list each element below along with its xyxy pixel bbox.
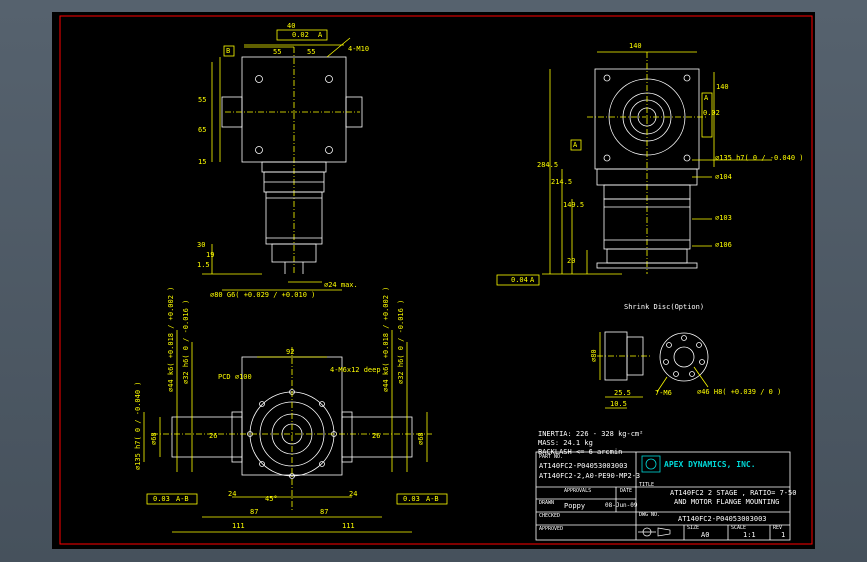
shrink-dia-80: ⌀80 [590, 349, 598, 362]
dim-55-left: 55 [273, 48, 282, 56]
size-label: SIZE [687, 525, 700, 531]
title-line-2: AND MOTOR FLANGE MOUNTING [674, 498, 780, 506]
pcd-label: PCD ⌀100 [218, 373, 252, 381]
runout-tolerance: 0.04 [511, 276, 528, 284]
dim-87-left: 87 [250, 508, 259, 516]
dwg-no: AT140FC2-P04053003003 [678, 515, 767, 523]
cad-viewer: B 40 0.02 A 55 55 4-M10 55 65 15 30 19 1… [0, 0, 867, 562]
shrink-holes: 7-M6 [655, 389, 672, 397]
pilot-diameter: ⌀24 max. [324, 281, 358, 289]
drawing-sheet: B 40 0.02 A 55 55 4-M10 55 65 15 30 19 1… [52, 12, 815, 549]
dia-68-right: ⌀68 [417, 432, 425, 445]
side-dia-103: ⌀103 [715, 214, 732, 222]
datum-a: A [573, 141, 578, 149]
dim-15: 15 [198, 158, 207, 166]
dim-v55: 55 [198, 96, 207, 104]
dim-87-right: 87 [320, 508, 329, 516]
dim-hole-thread: 4-M10 [348, 45, 370, 53]
dim-25-5: 25.5 [614, 389, 631, 397]
part-no-2: AT140FC2-2,A0-PE90-MP2-3 [539, 472, 641, 480]
angle-45: 45° [265, 495, 278, 503]
top-view [202, 29, 363, 291]
dim-1-5: 1.5 [197, 261, 210, 269]
dia-32-right: ⌀32 h6( 0 / -0.016 ) [397, 299, 405, 384]
dim-149-5: 149.5 [563, 201, 585, 209]
side-dia-135: ⌀135 h7( 0 / -0.040 ) [715, 154, 804, 162]
approved-label: APPROVED [539, 526, 564, 532]
datum-b: B [226, 47, 231, 55]
dim-19: 19 [206, 251, 215, 259]
dim-111-right: 111 [342, 522, 355, 530]
dim-30: 30 [197, 241, 206, 249]
dim-92: 92 [286, 348, 295, 356]
frame-top-label: 40 [287, 22, 296, 30]
scale-value: 1:1 [743, 531, 756, 539]
rev-value: 1 [781, 531, 786, 539]
side-dia-106: ⌀106 [715, 241, 732, 249]
shrink-disc-title: Shrink Disc(Option) [624, 303, 705, 311]
inertia-note: INERTIA: 226 - 328 kg-cm² [538, 430, 644, 438]
approvals-label: APPROVALS [564, 488, 592, 494]
dim-26-left: 26 [209, 432, 218, 440]
tol-right-ref: A-B [426, 495, 439, 503]
checked-label: CHECKED [539, 513, 561, 519]
side-frame-tol: 0.02 [703, 109, 720, 117]
dim-20: 20 [567, 257, 576, 265]
dim-26-right: 26 [372, 432, 381, 440]
date-label: DATE [620, 488, 633, 494]
frame-tolerance: 0.02 [292, 31, 309, 39]
dim-v65: 65 [198, 126, 207, 134]
dim-284-5: 284.5 [537, 161, 559, 169]
dia-44-left: ⌀44 k6( +0.018 / +0.002 ) [167, 286, 175, 392]
tol-right: 0.03 [403, 495, 420, 503]
dim-24-right: 24 [349, 490, 358, 498]
dia-68-left: ⌀68 [150, 432, 158, 445]
dim-24-left: 24 [228, 490, 237, 498]
title-line-1: AT140FC2 2 STAGE , RATIO= 7-50 [670, 489, 797, 497]
side-dia-104: ⌀104 [715, 173, 732, 181]
dia-44-right: ⌀44 k6( +0.018 / +0.002 ) [382, 286, 390, 392]
shaft-diameter: ⌀80 G6( +0.029 / +0.010 ) [210, 291, 316, 299]
drawn-by: Poppy [564, 502, 586, 510]
side-frame-top: 140 [629, 42, 642, 50]
part-no-1: AT140FC2-P04053003003 [539, 462, 628, 470]
tol-left: 0.03 [153, 495, 170, 503]
shrink-dia-46: ⌀46 H8( +0.039 / 0 ) [697, 388, 782, 396]
company-logo-icon [641, 455, 661, 473]
side-frame-ref: A [704, 94, 709, 102]
projection-symbol-icon [638, 527, 671, 537]
drawn-date: 08-Jun-09 [605, 502, 638, 509]
company-name: APEX DYNAMICS, INC. [664, 460, 756, 469]
dia-32-left: ⌀32 h6( 0 / -0.016 ) [182, 299, 190, 384]
dia-135-front: ⌀135 h7( 0 / -0.040 ) [134, 381, 142, 470]
dim-55-right: 55 [307, 48, 316, 56]
title-label: TITLE [639, 482, 655, 488]
dim-10-5: 10.5 [610, 400, 627, 408]
dwg-no-label: DWG NO. [639, 512, 661, 518]
frame-ref: A [318, 31, 323, 39]
part-no-label: PART NO. [539, 454, 564, 460]
runout-ref: A [530, 276, 535, 284]
dim-214-5: 214.5 [551, 178, 573, 186]
dim-111-left: 111 [232, 522, 245, 530]
thread-label: 4-M6x12 deep [330, 366, 381, 374]
side-frame-right: 140 [716, 83, 729, 91]
mass-note: MASS: 24.1 kg [538, 439, 593, 447]
tol-left-ref: A-B [176, 495, 189, 503]
drawn-label: DRAWN [539, 500, 555, 506]
size-value: A0 [701, 531, 710, 539]
